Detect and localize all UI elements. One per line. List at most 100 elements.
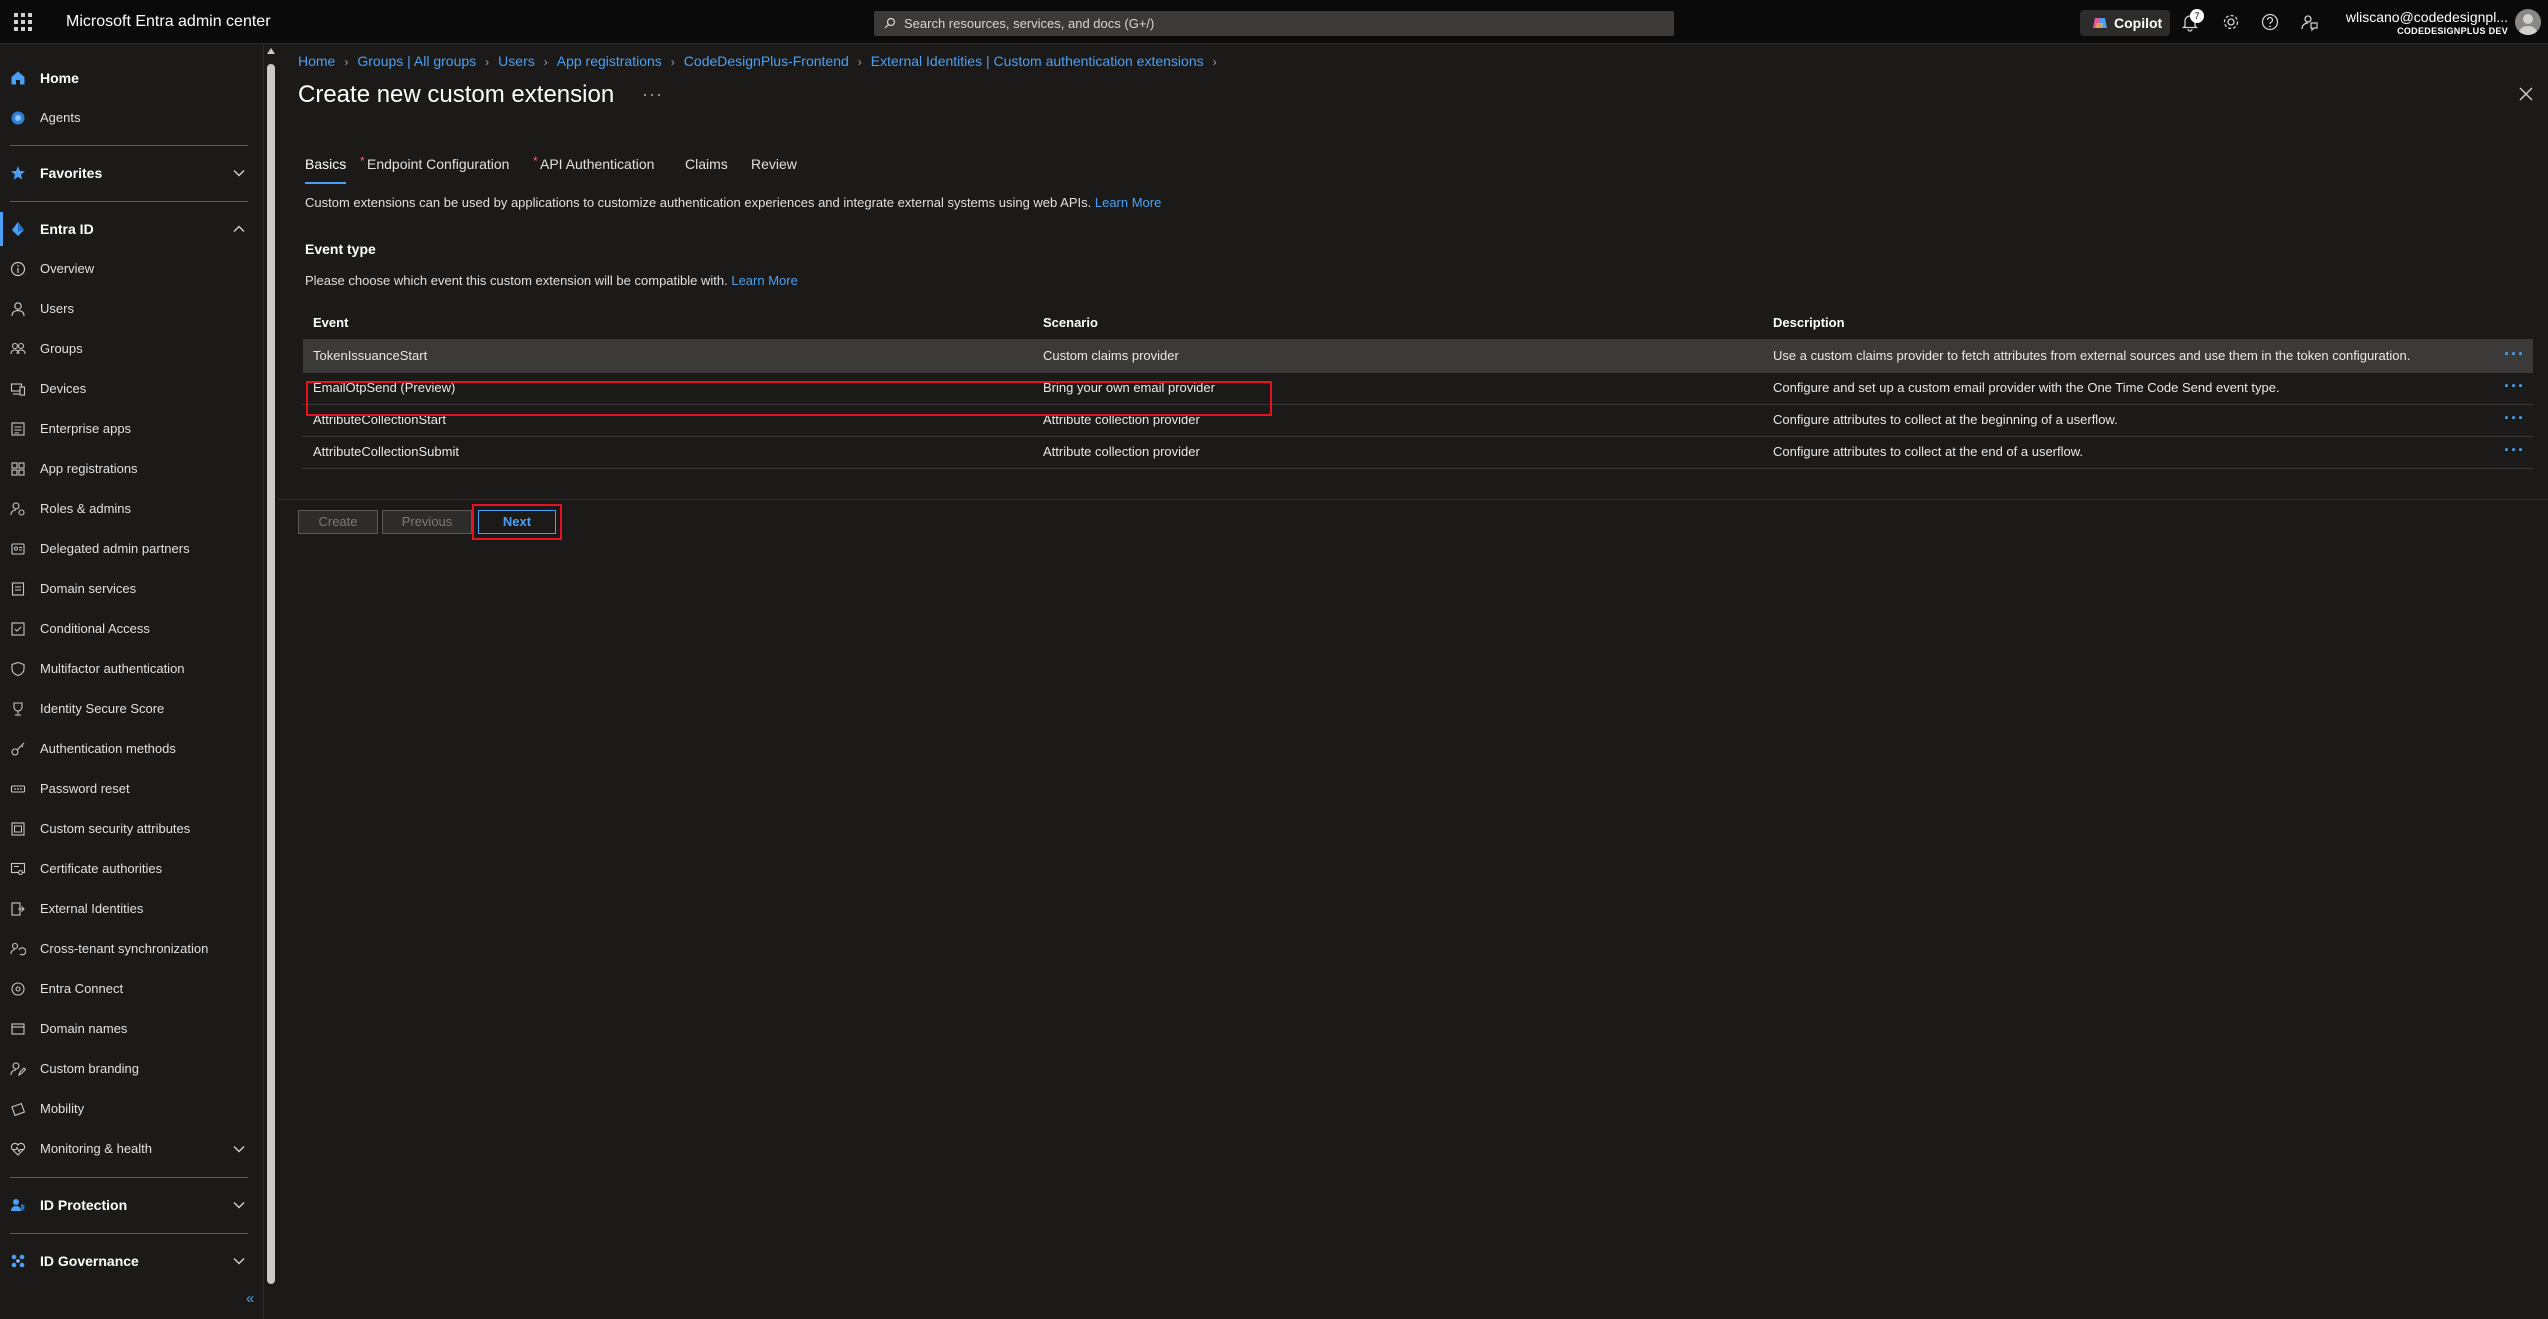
sidebar-item-mobility[interactable]: Mobility [0,1092,258,1126]
devices-icon [10,383,26,396]
breadcrumb-link-groups[interactable]: Groups | All groups [357,53,476,69]
breadcrumb-chevron-icon: › [670,55,675,69]
sidebar-item-custom-security-attributes[interactable]: Custom security attributes [0,812,258,846]
sidebar-item-label: Multifactor authentication [40,661,185,676]
tab-api-authentication[interactable]: * API Authentication [533,154,654,172]
sidebar-item-multifactor-authentication[interactable]: Multifactor authentication [0,652,258,686]
copilot-button[interactable]: Copilot [2080,10,2170,36]
sidebar-divider [10,145,248,146]
sidebar-item-label: Groups [40,341,83,356]
chevron-down-icon[interactable] [232,166,246,180]
collapse-sidebar-button[interactable]: « [246,1290,254,1307]
sidebar-item-users[interactable]: Users [0,292,258,326]
scrollbar-thumb[interactable] [267,64,275,1284]
column-header-description[interactable]: Description [1773,315,1845,330]
column-header-scenario[interactable]: Scenario [1043,315,1098,330]
tab-claims[interactable]: Claims [685,156,728,172]
row-more-options-icon[interactable]: ··· [2504,409,2525,427]
create-button[interactable]: Create [298,510,378,534]
account-manager[interactable]: wliscano@codedesignpl... CODEDESIGNPLUS … [2346,9,2508,36]
notification-count-badge: 7 [2190,9,2204,23]
sidebar-item-enterprise-apps[interactable]: Enterprise apps [0,412,258,446]
scroll-down-arrow-icon[interactable] [267,1275,275,1281]
chevron-up-icon[interactable] [232,222,246,236]
column-header-event[interactable]: Event [313,315,348,330]
scroll-up-arrow-icon[interactable] [267,48,275,54]
row-more-options-icon[interactable]: ··· [2504,345,2525,363]
previous-button[interactable]: Previous [382,510,472,534]
breadcrumb-link-app-registrations[interactable]: App registrations [557,53,662,69]
sidebar-item-devices[interactable]: Devices [0,372,258,406]
sidebar-item-domain-names[interactable]: Domain names [0,1012,258,1046]
required-asterisk: * [533,154,538,168]
row-more-options-icon[interactable]: ··· [2504,441,2525,459]
app-registrations-icon [11,462,25,476]
more-options-button[interactable]: ··· [642,84,663,105]
row-more-options-icon[interactable]: ··· [2504,377,2525,395]
sidebar-item-domain-services[interactable]: Domain services [0,572,258,606]
settings-gear-icon[interactable] [2221,12,2241,32]
next-button-highlight [472,504,562,540]
sidebar-item-external-identities[interactable]: External Identities [0,892,258,926]
sidebar-item-groups[interactable]: Groups [0,332,258,366]
breadcrumb-link-app[interactable]: CodeDesignPlus-Frontend [684,53,849,69]
sidebar-item-overview[interactable]: Overview [0,252,258,286]
attributes-icon [11,822,25,836]
description-cell: Configure attributes to collect at the e… [1773,444,2084,459]
sidebar-item-cross-tenant-synchronization[interactable]: Cross-tenant synchronization [0,932,258,966]
breadcrumb-link-home[interactable]: Home [298,53,335,69]
sidebar-item-entra-id[interactable]: Entra ID [0,212,258,246]
sidebar-item-certificate-authorities[interactable]: Certificate authorities [0,852,258,886]
sidebar-item-conditional-access[interactable]: Conditional Access [0,612,258,646]
sidebar-item-label: Monitoring & health [40,1141,153,1156]
sidebar-item-authentication-methods[interactable]: Authentication methods [0,732,258,766]
tab-endpoint-configuration[interactable]: * Endpoint Configuration [360,154,509,172]
sidebar-item-label: Authentication methods [40,741,176,756]
close-icon[interactable] [2518,86,2534,102]
sidebar-scrollbar[interactable] [264,44,278,1285]
sidebar-divider [10,1177,248,1178]
event-type-heading: Event type [305,241,376,257]
sidebar-item-label: Domain names [40,1021,128,1036]
breadcrumb-link-custom-auth-extensions[interactable]: External Identities | Custom authenticat… [871,53,1204,69]
breadcrumb-chevron-icon: › [344,55,349,69]
app-launcher-icon[interactable] [14,13,32,31]
feedback-icon[interactable] [2299,12,2319,32]
sidebar-item-favorites[interactable]: Favorites [0,156,258,190]
sidebar-divider [10,201,248,202]
sidebar-item-id-governance[interactable]: ID Governance [0,1244,258,1278]
mobility-icon [11,1102,26,1117]
chevron-down-icon[interactable] [232,1198,246,1212]
copilot-label: Copilot [2114,15,2163,31]
sidebar-item-password-reset[interactable]: Password reset [0,772,258,806]
tab-review[interactable]: Review [751,156,797,172]
table-row[interactable]: AttributeCollectionSubmit Attribute coll… [303,436,2533,469]
breadcrumb-chevron-icon: › [857,55,862,69]
sidebar-item-entra-connect[interactable]: Entra Connect [0,972,258,1006]
learn-more-link[interactable]: Learn More [1095,195,1161,210]
sidebar-item-delegated-admin-partners[interactable]: Delegated admin partners [0,532,258,566]
heart-pulse-icon [10,1142,26,1156]
sidebar-item-home[interactable]: Home [0,61,258,95]
sidebar-item-label: Domain services [40,581,137,596]
sidebar-item-monitoring-health[interactable]: Monitoring & health [0,1132,258,1166]
sidebar-item-custom-branding[interactable]: Custom branding [0,1052,258,1086]
help-icon[interactable] [2260,12,2280,32]
chevron-down-icon[interactable] [232,1142,246,1156]
sidebar-item-label: Cross-tenant synchronization [40,941,209,956]
tab-label: Claims [685,156,728,172]
search-input[interactable]: Search resources, services, and docs (G+… [874,11,1674,36]
portal-title[interactable]: Microsoft Entra admin center [66,13,271,31]
sidebar-item-identity-secure-score[interactable]: Identity Secure Score [0,692,258,726]
sidebar-item-roles-admins[interactable]: Roles & admins [0,492,258,526]
user-avatar[interactable] [2515,9,2541,35]
sidebar-item-app-registrations[interactable]: App registrations [0,452,258,486]
event-type-learn-more-link[interactable]: Learn More [731,273,797,288]
tab-basics[interactable]: Basics [305,156,347,184]
table-row[interactable]: TokenIssuanceStart Custom claims provide… [303,340,2533,373]
sidebar-item-id-protection[interactable]: ID Protection [0,1188,258,1222]
breadcrumb-link-users[interactable]: Users [498,53,535,69]
sidebar-item-agents[interactable]: Agents [0,101,258,135]
chevron-down-icon[interactable] [232,1254,246,1268]
description-cell: Configure and set up a custom email prov… [1773,380,2280,395]
